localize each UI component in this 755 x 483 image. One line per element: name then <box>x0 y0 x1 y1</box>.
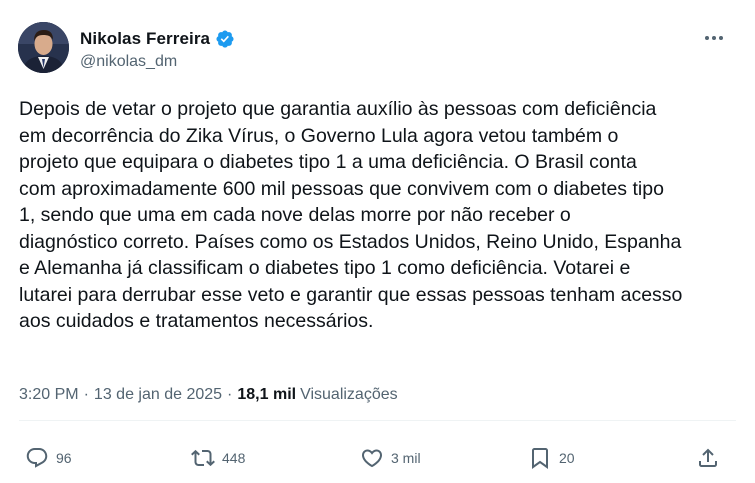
tweet-card: Nikolas Ferreira @nikolas_dm Depois de v… <box>0 0 755 483</box>
tweet-text: Depois de vetar o projeto que garantia a… <box>19 98 683 332</box>
share-button[interactable] <box>696 445 720 471</box>
author-handle[interactable]: @nikolas_dm <box>80 53 177 71</box>
tweet-time[interactable]: 3:20 PM <box>19 386 79 404</box>
retweet-count: 448 <box>222 450 246 466</box>
bookmark-count: 20 <box>559 450 575 466</box>
reply-bubble-icon <box>26 448 48 468</box>
views-label[interactable]: Visualizações <box>300 386 398 404</box>
heart-icon <box>361 449 383 468</box>
author-name-row[interactable]: Nikolas Ferreira <box>80 28 235 50</box>
views-count[interactable]: 18,1 mil <box>237 386 296 404</box>
bookmark-button[interactable]: 20 <box>528 445 575 471</box>
verified-badge-icon <box>215 29 235 49</box>
more-dots-icon <box>705 36 709 40</box>
tweet-date[interactable]: 13 de jan de 2025 <box>94 386 222 404</box>
more-dots-icon <box>712 36 716 40</box>
reply-count: 96 <box>56 450 72 466</box>
like-count: 3 mil <box>391 450 421 466</box>
meta-separator: · <box>83 386 89 403</box>
avatar[interactable] <box>18 22 69 73</box>
retweet-button[interactable]: 448 <box>191 445 245 471</box>
bookmark-icon <box>532 448 548 469</box>
author-name[interactable]: Nikolas Ferreira <box>80 29 210 49</box>
like-button[interactable]: 3 mil <box>360 445 421 471</box>
tweet-meta: 3:20 PM · 13 de jan de 2025 · 18,1 mil V… <box>19 386 398 404</box>
more-dots-icon <box>719 36 723 40</box>
more-options-button[interactable] <box>700 26 728 50</box>
divider <box>19 420 736 421</box>
retweet-icon <box>191 449 215 467</box>
share-upload-icon <box>699 448 717 467</box>
reply-button[interactable]: 96 <box>25 445 72 471</box>
meta-separator: · <box>227 386 233 403</box>
